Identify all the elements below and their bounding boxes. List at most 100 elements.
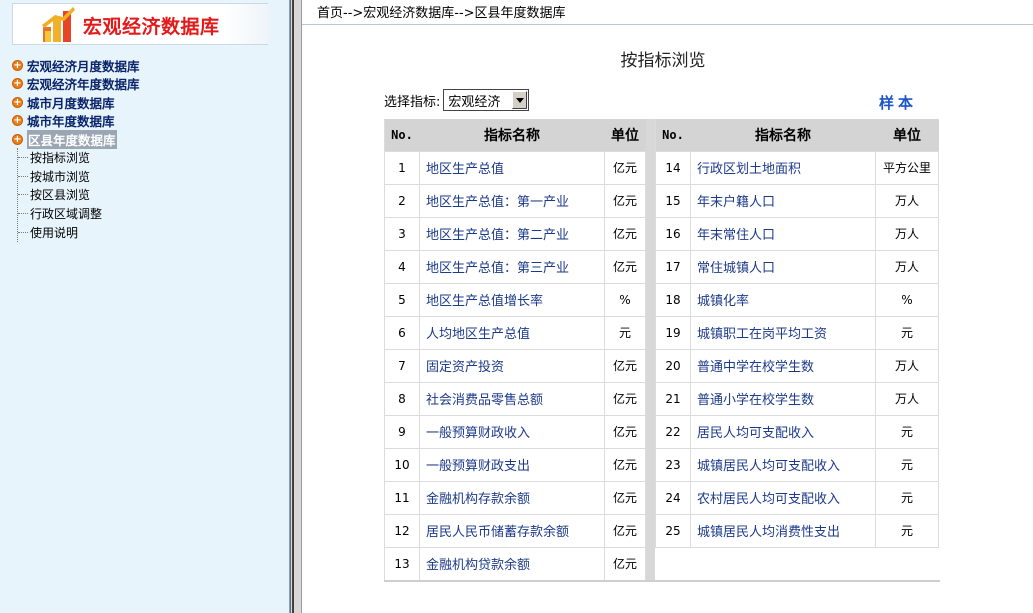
indicator-name-link[interactable]: 地区生产总值：第三产业	[419, 249, 605, 284]
table-row: 6 人均地区生产总值元	[384, 315, 646, 350]
unit-cell: 亿元	[604, 414, 646, 449]
indicator-name-link[interactable]: 居民人均可支配收入	[690, 414, 876, 449]
left-nav-panel: 宏观经济数据库 + 宏观经济月度数据库 + 宏观经济年度数据库 + 城市月度数据…	[0, 0, 290, 613]
unit-cell: 元	[875, 513, 939, 548]
indicator-name-link[interactable]: 农村居民人均可支配收入	[690, 480, 876, 515]
table-row: 7 固定资产投资 亿元	[384, 348, 646, 383]
expand-icon[interactable]: +	[12, 115, 23, 127]
selector-label: 选择指标:	[384, 94, 441, 110]
table-row: 15 年末户籍人口 万人	[655, 183, 939, 218]
table-row: 23 城镇居民人均可支配收入元	[655, 447, 939, 482]
nav-item-city-annual[interactable]: + 城市年度数据库	[12, 112, 140, 131]
unit-cell: 亿元	[604, 447, 646, 482]
indicator-name-link[interactable]: 地区生产总值：第二产业	[419, 216, 605, 251]
unit-cell: 万人	[875, 183, 939, 218]
nav-item-macro-annual[interactable]: + 宏观经济年度数据库	[12, 75, 140, 94]
row-number: 21	[655, 381, 691, 416]
subnav-item-admin-adjust[interactable]: 行政区域调整	[18, 204, 102, 223]
indicator-name-link[interactable]: 城镇居民人均可支配收入	[690, 447, 876, 482]
row-number: 24	[655, 480, 691, 515]
indicator-name-link[interactable]: 居民人民币储蓄存款余额	[419, 513, 605, 548]
unit-cell: 元	[875, 480, 939, 515]
unit-cell: 亿元	[604, 183, 646, 218]
row-number: 25	[655, 513, 691, 548]
subnav-item-by-indicator[interactable]: 按指标浏览	[18, 148, 102, 167]
indicator-select[interactable]: 宏观经济	[443, 89, 530, 111]
indicator-name-link[interactable]: 一般预算财政支出	[419, 447, 605, 482]
unit-cell: 万人	[875, 381, 939, 416]
subnav-item-by-county[interactable]: 按区县浏览	[18, 186, 102, 205]
table-row: 19 城镇职工在岗平均工资元	[655, 315, 939, 350]
row-number: 2	[384, 183, 420, 218]
unit-cell: %	[604, 282, 646, 317]
unit-cell: 万人	[875, 249, 939, 284]
column-header-unit: 单位	[604, 119, 646, 151]
empty-cell	[655, 546, 691, 581]
column-header-name: 指标名称	[419, 119, 605, 151]
indicator-name-link[interactable]: 一般预算财政收入	[419, 414, 605, 449]
row-number: 14	[655, 150, 691, 185]
indicator-name-link[interactable]: 地区生产总值	[419, 150, 605, 185]
table-row: 4 地区生产总值：第三产业 亿元	[384, 249, 646, 284]
table-row: 20 普通中学在校学生数 万人	[655, 348, 939, 383]
chevron-down-icon[interactable]	[512, 91, 528, 109]
row-number: 22	[655, 414, 691, 449]
table-gap	[646, 119, 655, 581]
nav-item-macro-monthly[interactable]: + 宏观经济月度数据库	[12, 56, 140, 75]
unit-cell: 元	[875, 447, 939, 482]
indicator-name-link[interactable]: 人均地区生产总值	[419, 315, 605, 350]
sample-link[interactable]: 样本	[879, 92, 917, 113]
row-number: 23	[655, 447, 691, 482]
collapse-icon[interactable]: +	[12, 133, 23, 145]
column-header-no: No.	[384, 119, 420, 151]
indicator-name-link[interactable]: 常住城镇人口	[690, 249, 876, 284]
empty-cell	[690, 546, 876, 581]
nav-tree: + 宏观经济月度数据库 + 宏观经济年度数据库 + 城市月度数据库 + 城市年度…	[12, 56, 140, 149]
row-number: 3	[384, 216, 420, 251]
indicator-name-link[interactable]: 城镇居民人均消费性支出	[690, 513, 876, 548]
tree-connector	[18, 175, 28, 177]
indicator-table-left: No. 指标名称 单位 1 地区生产总值 亿元 2 地区生产总值：第一产业 亿元 3 地区生产…	[384, 119, 646, 581]
table-body-left: 1 地区生产总值 亿元 2 地区生产总值：第一产业 亿元 3 地区生产总值：第二产业 亿元 4 地区…	[384, 150, 646, 581]
column-header-unit: 单位	[875, 119, 939, 151]
indicator-name-link[interactable]: 行政区划土地面积	[690, 150, 876, 185]
subnav-item-instructions[interactable]: 使用说明	[18, 223, 102, 242]
indicator-name-link[interactable]: 年末户籍人口	[690, 183, 876, 218]
unit-cell: 元	[604, 315, 646, 350]
table-body-right: 14 行政区划土地面积 平方公里 15 年末户籍人口 万人 16 年末常住人口 万人 17 常住城镇…	[655, 150, 939, 581]
breadcrumb: 首页-->宏观经济数据库-->区县年度数据库	[317, 6, 566, 21]
indicator-name-link[interactable]: 金融机构贷款余额	[419, 546, 605, 581]
nav-item-label: 宏观经济月度数据库	[27, 58, 140, 74]
tree-connector	[18, 232, 28, 234]
row-number: 19	[655, 315, 691, 350]
indicator-name-link[interactable]: 地区生产总值增长率	[419, 282, 605, 317]
nav-item-county-annual[interactable]: + 区县年度数据库	[12, 129, 140, 149]
indicator-name-link[interactable]: 金融机构存款余额	[419, 480, 605, 515]
row-number: 5	[384, 282, 420, 317]
indicator-name-link[interactable]: 城镇职工在岗平均工资	[690, 315, 876, 350]
table-row: 14 行政区划土地面积 平方公里	[655, 150, 939, 185]
indicator-name-link[interactable]: 年末常住人口	[690, 216, 876, 251]
expand-icon[interactable]: +	[12, 78, 23, 90]
indicator-name-link[interactable]: 固定资产投资	[419, 348, 605, 383]
frame-splitter[interactable]	[290, 0, 302, 613]
unit-cell: 万人	[875, 216, 939, 251]
indicator-name-link[interactable]: 普通中学在校学生数	[690, 348, 876, 383]
page-title: 按指标浏览	[620, 51, 706, 71]
nav-item-city-monthly[interactable]: + 城市月度数据库	[12, 93, 140, 112]
unit-cell: 平方公里	[875, 150, 939, 185]
expand-icon[interactable]: +	[12, 59, 23, 71]
expand-icon[interactable]: +	[12, 96, 23, 108]
table-row: 17 常住城镇人口 万人	[655, 249, 939, 284]
table-row: 12 居民人民币储蓄存款余额 亿元	[384, 513, 646, 548]
logo-title: 宏观经济数据库	[83, 16, 220, 38]
indicator-name-link[interactable]: 普通小学在校学生数	[690, 381, 876, 416]
unit-cell: %	[875, 282, 939, 317]
indicator-name-link[interactable]: 地区生产总值：第一产业	[419, 183, 605, 218]
unit-cell: 亿元	[604, 249, 646, 284]
subnav-tree: 按指标浏览 按城市浏览 按区县浏览 行政区域调整 使用说明	[17, 148, 102, 242]
indicator-name-link[interactable]: 社会消费品零售总额	[419, 381, 605, 416]
indicator-name-link[interactable]: 城镇化率	[690, 282, 876, 317]
subnav-item-by-city[interactable]: 按城市浏览	[18, 167, 102, 186]
table-row: 3 地区生产总值：第二产业 亿元	[384, 216, 646, 251]
